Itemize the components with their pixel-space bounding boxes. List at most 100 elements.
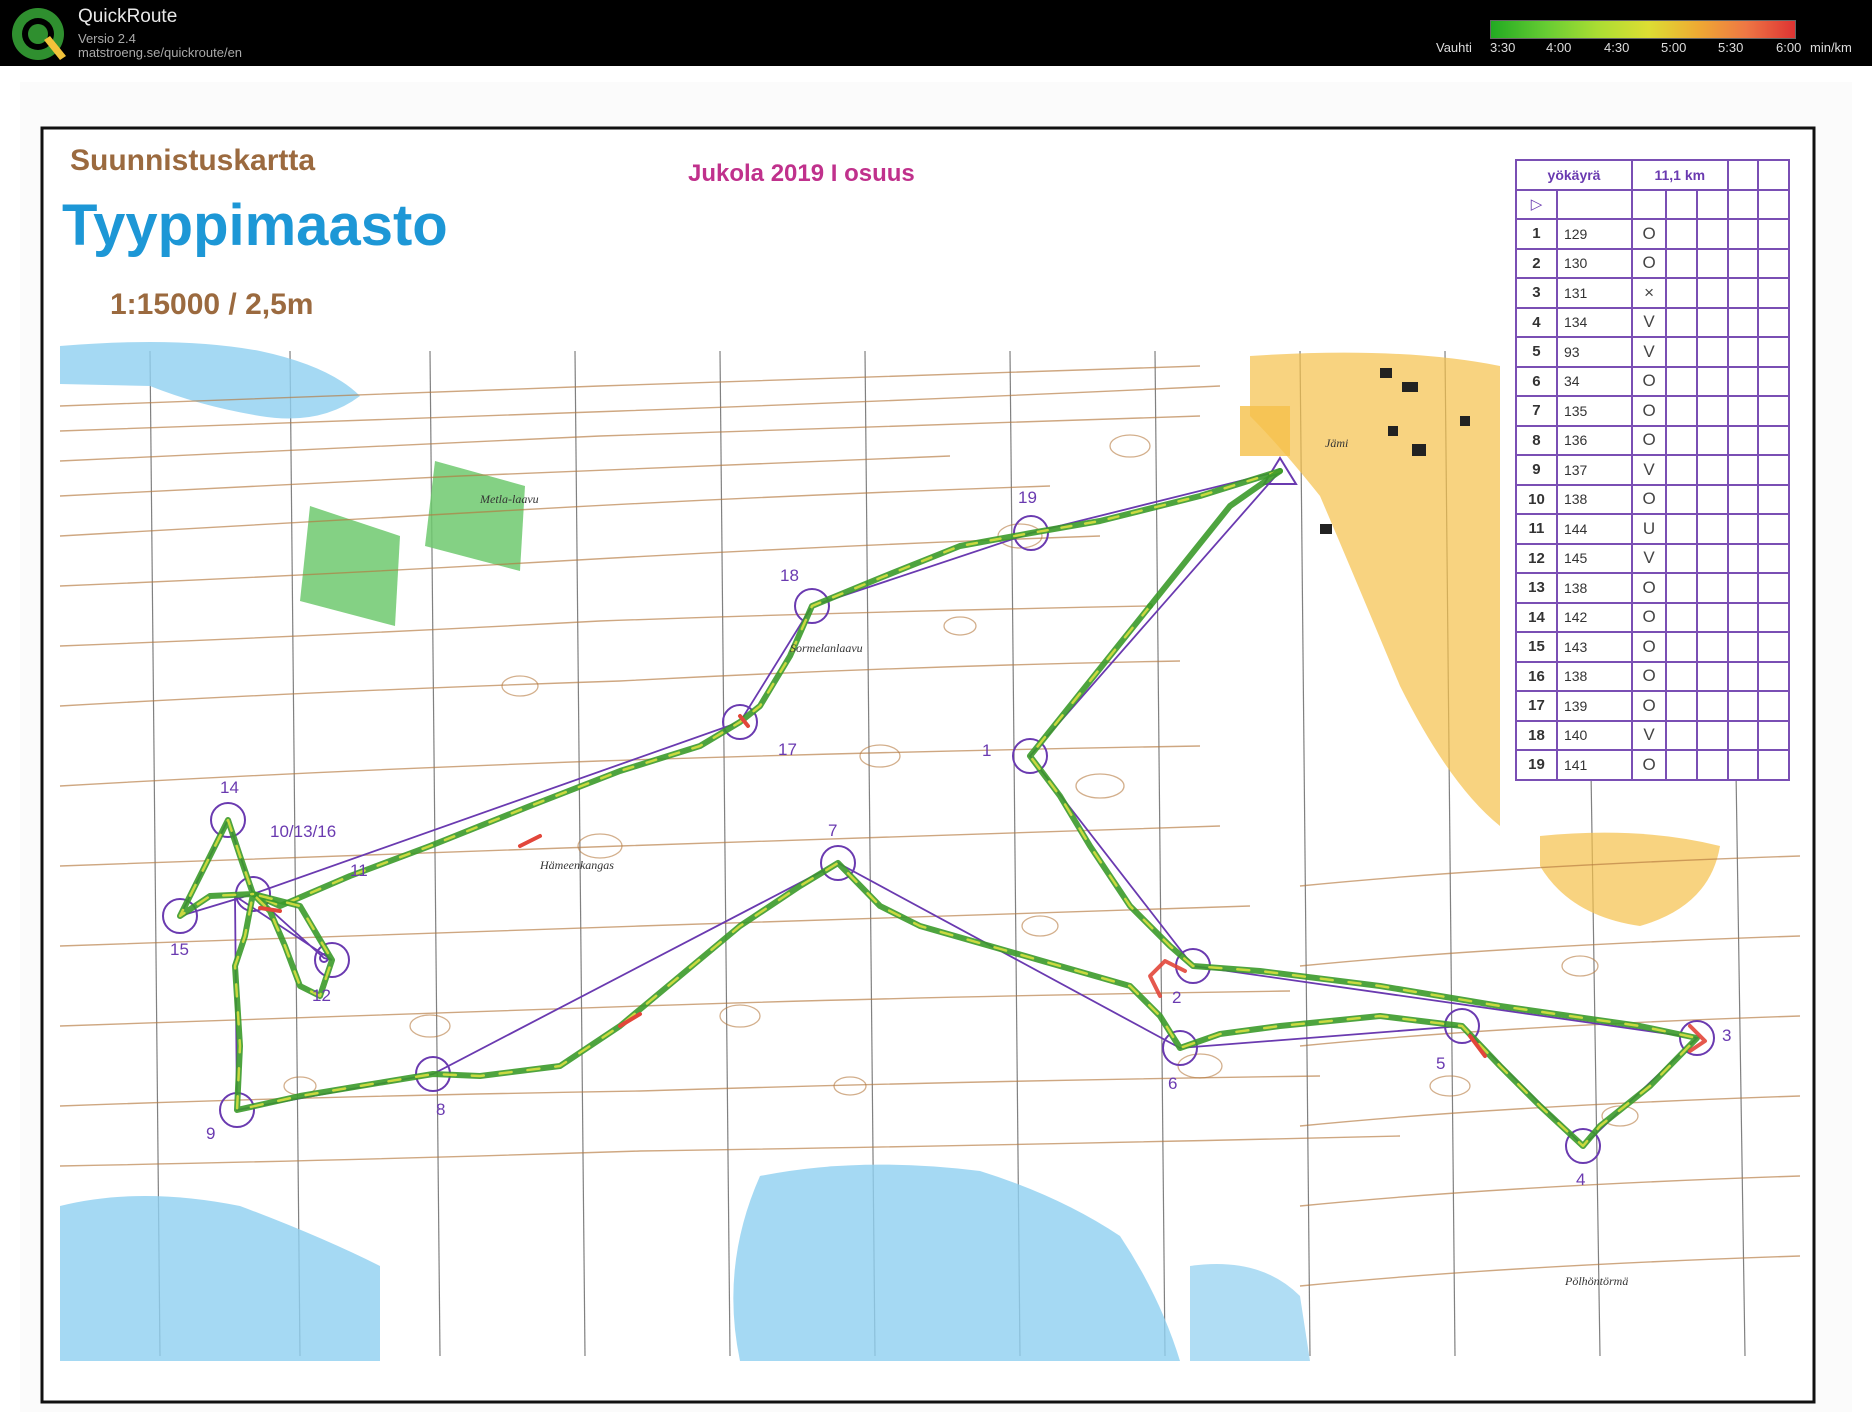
- empty-cell: [1665, 572, 1698, 604]
- empty-cell: [1726, 365, 1760, 397]
- control-number: 5: [1515, 336, 1558, 368]
- empty-cell: [1726, 513, 1760, 545]
- empty-cell: [1695, 513, 1729, 545]
- app-url[interactable]: matstroeng.se/quickroute/en: [78, 45, 242, 60]
- control-code: 138: [1555, 483, 1634, 515]
- description-start-row: ▷: [1515, 188, 1790, 220]
- pace-tick: 5:30: [1718, 40, 1744, 55]
- pace-tick: 5:00: [1661, 40, 1687, 55]
- empty-cell: [1757, 424, 1790, 456]
- empty-cell: [1757, 572, 1790, 604]
- control-description-table: yökäyrä 11,1 km ▷ 1 129 O 2 130 O 3 131 × 4 134 V 5 9…: [1515, 159, 1790, 781]
- description-header-row: yökäyrä 11,1 km: [1515, 159, 1790, 191]
- empty-cell: [1757, 395, 1790, 427]
- description-row: 2 130 O: [1515, 247, 1790, 279]
- empty-cell: [1695, 424, 1729, 456]
- control-label: 14: [220, 778, 239, 797]
- control-code: 145: [1555, 542, 1634, 574]
- empty-cell: [1665, 513, 1698, 545]
- control-number: 13: [1515, 572, 1558, 604]
- control-number: 9: [1515, 454, 1558, 486]
- empty-cell: [1665, 365, 1698, 397]
- empty-cell: [1757, 247, 1790, 279]
- empty-cell: [1665, 749, 1698, 781]
- empty-cell: [1695, 631, 1729, 663]
- control-label: 5: [1436, 1054, 1446, 1073]
- description-row: 6 34 O: [1515, 365, 1790, 397]
- empty-cell: [1726, 336, 1760, 368]
- empty-cell: [1695, 483, 1729, 515]
- start-symbol: ▷: [1515, 188, 1558, 220]
- pace-unit: min/km: [1810, 40, 1852, 55]
- feature-symbol: O: [1630, 601, 1668, 633]
- description-row: 3 131 ×: [1515, 277, 1790, 309]
- control-code: 129: [1555, 218, 1634, 250]
- control-label: 4: [1576, 1170, 1586, 1189]
- empty-cell: [1665, 690, 1698, 722]
- description-row: 15 143 O: [1515, 631, 1790, 663]
- map-canvas[interactable]: Suunnistuskartta Tyyppimaasto 1:15000 / …: [0, 66, 1872, 1427]
- empty-cell: [1726, 218, 1760, 250]
- empty-cell: [1665, 424, 1698, 456]
- place-name: Hämeenkangas: [540, 858, 614, 872]
- empty-cell: [1665, 454, 1698, 486]
- empty-cell: [1726, 247, 1760, 279]
- title-bar: QuickRoute Versio 2.4 matstroeng.se/quic…: [0, 0, 1872, 66]
- control-number: 2: [1515, 247, 1558, 279]
- control-code: 34: [1555, 365, 1634, 397]
- control-label: 11: [350, 861, 368, 880]
- empty-cell: [1726, 277, 1760, 309]
- place-name: Metla-laavu: [480, 492, 539, 506]
- description-row: 8 136 O: [1515, 424, 1790, 456]
- empty-cell: [1695, 749, 1729, 781]
- feature-symbol: V: [1630, 454, 1668, 486]
- control-number: 15: [1515, 631, 1558, 663]
- class-name: yökäyrä: [1515, 159, 1633, 191]
- empty-cell: [1695, 395, 1729, 427]
- description-row: 1 129 O: [1515, 218, 1790, 250]
- control-number: 16: [1515, 660, 1558, 692]
- control-number: 11: [1515, 513, 1558, 545]
- control-code: 144: [1555, 513, 1634, 545]
- pace-tick: 4:30: [1604, 40, 1630, 55]
- control-number: 3: [1515, 277, 1558, 309]
- empty-cell: [1695, 601, 1729, 633]
- pace-tick: 4:00: [1546, 40, 1572, 55]
- empty-cell: [1726, 690, 1760, 722]
- control-code: 137: [1555, 454, 1634, 486]
- control-label: 12: [312, 986, 331, 1005]
- map-title-small: Suunnistuskartta: [70, 144, 316, 177]
- control-code: 134: [1555, 306, 1634, 338]
- description-row: 19 141 O: [1515, 749, 1790, 781]
- empty-cell: [1695, 277, 1729, 309]
- pace-color-scale: [1490, 20, 1796, 39]
- event-name: Jukola 2019 I osuus: [688, 160, 915, 187]
- empty-cell: [1665, 277, 1698, 309]
- empty-cell: [1695, 365, 1729, 397]
- place-name: Sormelanlaavu: [790, 641, 863, 655]
- description-row: 13 138 O: [1515, 572, 1790, 604]
- feature-symbol: O: [1630, 483, 1668, 515]
- control-label: 10/13/16: [270, 822, 337, 841]
- map-title-big: Tyyppimaasto: [62, 193, 448, 258]
- place-name: Pölhöntörmä: [1565, 1274, 1629, 1288]
- empty-cell: [1726, 660, 1760, 692]
- control-label: 9: [206, 1124, 216, 1143]
- feature-symbol: O: [1630, 690, 1668, 722]
- feature-symbol: O: [1630, 631, 1668, 663]
- empty-cell: [1695, 542, 1729, 574]
- feature-symbol: V: [1630, 336, 1668, 368]
- empty-cell: [1695, 247, 1729, 279]
- feature-symbol: V: [1630, 719, 1668, 751]
- empty-cell: [1726, 483, 1760, 515]
- empty-cell: [1726, 749, 1760, 781]
- empty-cell: [1726, 601, 1760, 633]
- control-code: 135: [1555, 395, 1634, 427]
- control-code: 141: [1555, 749, 1634, 781]
- empty-cell: [1757, 218, 1790, 250]
- description-row: 9 137 V: [1515, 454, 1790, 486]
- empty-cell: [1757, 690, 1790, 722]
- empty-cell: [1695, 454, 1729, 486]
- control-code: 138: [1555, 660, 1634, 692]
- control-number: 7: [1515, 395, 1558, 427]
